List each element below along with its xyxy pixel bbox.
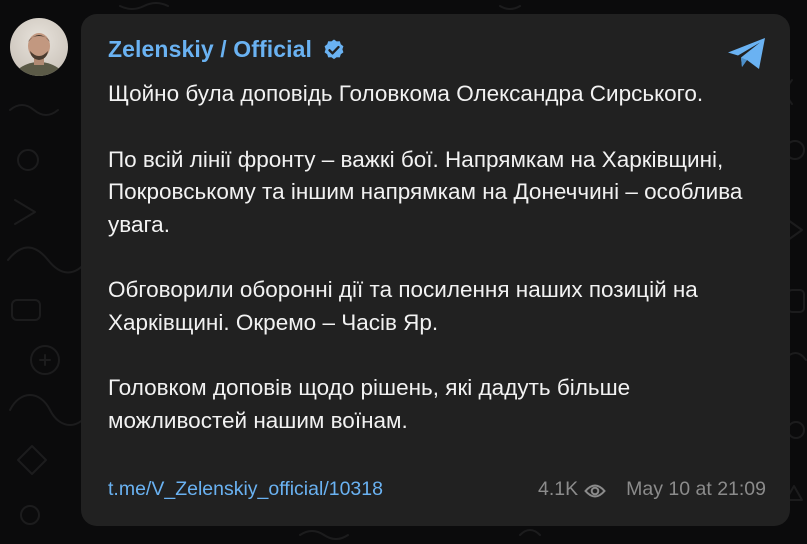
chat-background: Zelenskiy / Official Щойно була доповідь… <box>0 0 807 544</box>
message-paragraph: Щойно була доповідь Головкома Олександра… <box>108 81 704 106</box>
message-date: May 10 at 21:09 <box>626 478 766 500</box>
message-footer: t.me/V_Zelenskiy_official/10318 4.1K May… <box>108 478 766 501</box>
message-paragraph: Обговорили оборонні дії та посилення наш… <box>108 277 698 335</box>
views-counter: 4.1K <box>538 478 606 501</box>
message-paragraph: Головком доповів щодо рішень, які дадуть… <box>108 375 631 433</box>
channel-name[interactable]: Zelenskiy / Official <box>108 36 312 63</box>
channel-avatar[interactable] <box>10 18 68 76</box>
views-count: 4.1K <box>538 478 579 500</box>
message-text: Щойно була доповідь Головкома Олександра… <box>108 78 748 437</box>
verified-badge-icon <box>322 38 346 62</box>
message-meta: 4.1K May 10 at 21:09 <box>538 478 766 501</box>
message-card: Zelenskiy / Official Щойно була доповідь… <box>81 14 790 526</box>
post-link[interactable]: t.me/V_Zelenskiy_official/10318 <box>108 478 383 501</box>
message-paragraph: По всій лінії фронту – важкі бої. Напрям… <box>108 146 743 237</box>
eye-icon <box>584 482 606 498</box>
avatar-portrait <box>12 33 66 76</box>
telegram-share-icon[interactable] <box>726 36 768 72</box>
message-header: Zelenskiy / Official <box>108 36 346 63</box>
